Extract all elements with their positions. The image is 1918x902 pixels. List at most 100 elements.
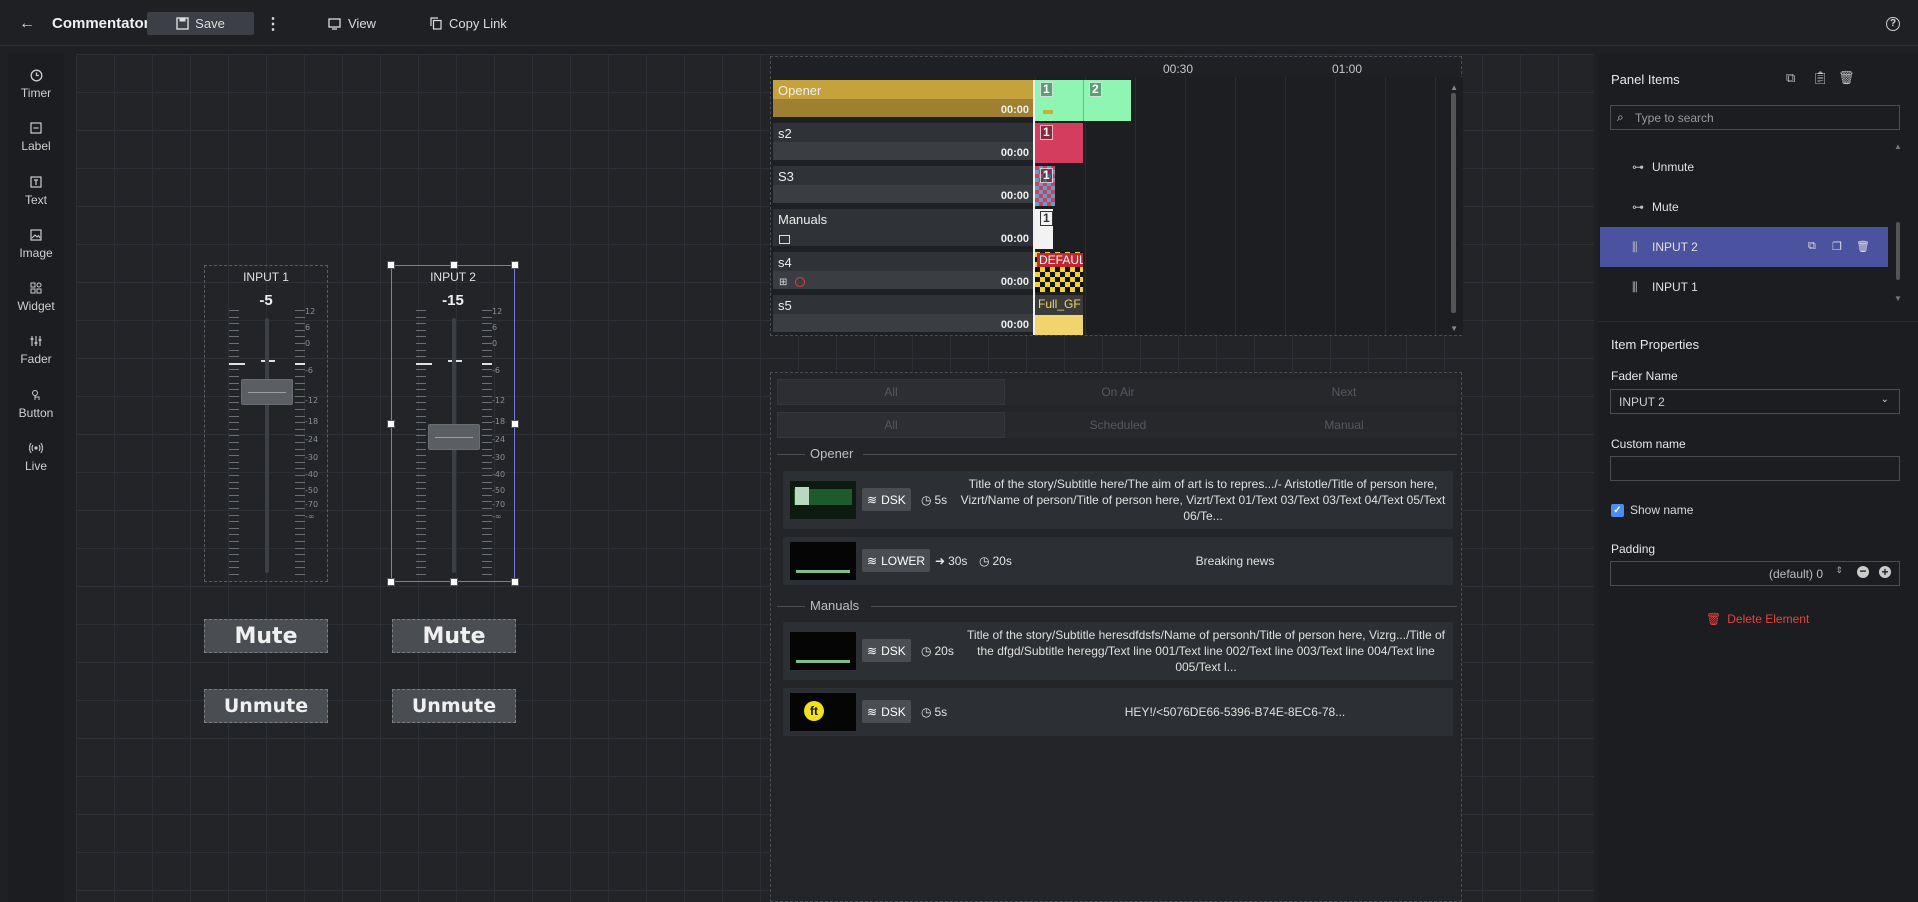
scale-tick [482, 442, 492, 443]
tab-next[interactable]: Next [1231, 379, 1457, 405]
tool-widget[interactable]: Widget [8, 275, 64, 319]
copy-icon[interactable]: ⧉ [1808, 240, 1816, 253]
panel-item-input-1[interactable]: ⫼ INPUT 1 [1600, 267, 1888, 307]
tab-manual[interactable]: Manual [1231, 412, 1457, 438]
timeline-row-s2[interactable]: s2 00:00 [773, 123, 1034, 163]
save-label: Save [195, 16, 225, 31]
tab-all[interactable]: All [777, 379, 1005, 405]
trash-icon[interactable]: 🗑︎ [1838, 70, 1855, 86]
tab-all[interactable]: All [777, 412, 1005, 438]
scale-tick [229, 541, 239, 542]
timeline-block[interactable]: 2 [1083, 80, 1131, 121]
unmute-button-2[interactable]: Unmute [392, 689, 516, 723]
scale-label: -18 [305, 417, 319, 426]
trash-icon[interactable]: 🗑︎ [1856, 240, 1870, 253]
resize-handle[interactable] [387, 578, 395, 586]
unmute-button-1[interactable]: Unmute [204, 689, 328, 723]
scale-tick [295, 362, 305, 365]
list-scrollbar[interactable] [1896, 222, 1900, 280]
tool-live[interactable]: Live [8, 435, 64, 479]
timeline-row-s3[interactable]: S3 00:00 [773, 166, 1034, 206]
tab-scheduled[interactable]: Scheduled [1005, 412, 1231, 438]
panel-items-title: Panel Items [1611, 72, 1680, 87]
clock-icon: ◷ [921, 493, 932, 507]
playlist-widget[interactable]: All On Air Next All Scheduled Manual Ope… [770, 372, 1462, 902]
timeline-widget[interactable]: 00:30 01:00 Opener 00:00 s2 00:00 S3 00:… [770, 56, 1463, 336]
scroll-up-icon[interactable]: ▲ [1450, 83, 1458, 92]
playlist-item[interactable]: ft ≋ DSK ◷ 5s HEY!/<5076DE66-5396-B74E-8EC… [783, 688, 1453, 736]
paste-icon[interactable]: 📋︎ [1812, 70, 1829, 86]
timeline-block[interactable]: Full_GF [1035, 295, 1083, 335]
timeline-block[interactable]: 1 [1035, 123, 1083, 163]
mute-button-2[interactable]: Mute [392, 619, 516, 653]
scroll-up-icon[interactable]: ▲ [1894, 142, 1902, 151]
stepper-icon[interactable]: ⇕ [1835, 565, 1843, 576]
show-name-checkbox[interactable]: ✓ Show name [1611, 503, 1693, 517]
custom-name-input[interactable] [1610, 456, 1900, 481]
tool-text[interactable]: Text [8, 169, 64, 213]
resize-handle[interactable] [511, 578, 519, 586]
resize-handle[interactable] [511, 261, 519, 269]
scroll-down-icon[interactable]: ▼ [1450, 324, 1458, 333]
scale-tick [295, 323, 305, 325]
copy-link-button[interactable]: Copy Link [430, 12, 507, 35]
scale-tick [416, 376, 426, 377]
fader-input-1[interactable]: INPUT 1 -5 12 6 0 -6 -12 -18 -24 -30 -40 -50 -70 -∞ [204, 265, 328, 582]
fader-input-2[interactable]: INPUT 2 -15 12 6 0 -6 -12 -18 -24 -30 -40 -50 -70-… [387, 261, 519, 586]
panel-item-unmute[interactable]: ⊶ Unmute [1600, 147, 1888, 187]
panel-item-mute[interactable]: ⊶ Mute [1600, 187, 1888, 227]
minus-icon[interactable]: − [1857, 565, 1869, 578]
timeline-row-s5[interactable]: s5 00:00 [773, 295, 1034, 335]
timeline-block[interactable]: 1 [1035, 80, 1083, 121]
help-icon[interactable]: ? [1882, 12, 1904, 35]
tool-image[interactable]: Image [8, 222, 64, 266]
scale-tick [295, 336, 305, 338]
scale-tick [416, 448, 426, 450]
tab-on-air[interactable]: On Air [1005, 379, 1231, 405]
playhead[interactable] [1033, 80, 1035, 335]
fader-name-select[interactable]: INPUT 2 ⌄ [1610, 389, 1900, 414]
item-type-tag: ≋ DSK [862, 700, 911, 723]
panel-search-field[interactable]: ⌕ Type to search [1610, 105, 1900, 130]
plus-icon[interactable]: + [1879, 566, 1891, 578]
resize-handle[interactable] [387, 261, 395, 269]
scale-tick [416, 534, 426, 536]
tool-timer[interactable]: Timer [8, 62, 64, 106]
copy-link-label: Copy Link [449, 16, 507, 31]
resize-handle[interactable] [511, 420, 519, 428]
timeline-block[interactable]: DEFAULT [1035, 252, 1083, 292]
timeline-row-s4[interactable]: s4 ⊞ 00:00 [773, 252, 1034, 292]
more-options-icon[interactable]: ⋮ [265, 12, 281, 35]
tool-button[interactable]: Button [8, 382, 64, 426]
save-button[interactable]: Save [147, 12, 254, 35]
timeline-block[interactable]: 1 [1035, 166, 1055, 206]
playlist-item[interactable]: ≋ DSK ◷ 5s Title of the story/Subtitle her… [783, 471, 1453, 529]
duplicate-icon[interactable]: ❐ [1832, 240, 1842, 253]
timeline-row-opener[interactable]: Opener 00:00 [773, 80, 1034, 120]
playlist-item[interactable]: ≋ DSK ◷ 20s Title of the story/Subtitle he… [783, 622, 1453, 680]
resize-handle[interactable] [387, 420, 395, 428]
scroll-down-icon[interactable]: ▼ [1894, 294, 1902, 303]
copy-icon[interactable]: ⧉ [1786, 70, 1795, 86]
delete-element-button[interactable]: 🗑︎ Delete Element [1706, 612, 1809, 626]
resize-handle[interactable] [450, 261, 458, 269]
fader-track[interactable] [265, 318, 269, 573]
scale-tick [229, 422, 239, 424]
panel-item-input-2[interactable]: ⫼ INPUT 2 ⧉ ❐ 🗑︎ [1600, 227, 1888, 267]
timeline-scrollbar[interactable] [1451, 93, 1456, 313]
timeline-block[interactable]: 1 [1035, 209, 1053, 249]
scale-tick [416, 461, 426, 463]
resize-handle[interactable] [450, 578, 458, 586]
fader-thumb[interactable] [241, 378, 293, 405]
fader-thumb[interactable] [428, 423, 480, 450]
timeline-row-manuals[interactable]: Manuals 00:00 [773, 209, 1034, 249]
playlist-item[interactable]: ≋ LOWER ➜ 30s ◷ 20s Breaking news [783, 537, 1453, 585]
view-button[interactable]: View [328, 12, 376, 35]
delete-label: Delete Element [1727, 612, 1810, 626]
scale-label: -70 [305, 500, 319, 509]
tool-fader[interactable]: Fader [8, 328, 64, 372]
padding-input[interactable]: (default) 0 ⇕ − + [1610, 561, 1900, 586]
back-arrow-icon[interactable]: ← [16, 12, 38, 35]
mute-button-1[interactable]: Mute [204, 619, 328, 653]
tool-label[interactable]: Label [8, 115, 64, 159]
